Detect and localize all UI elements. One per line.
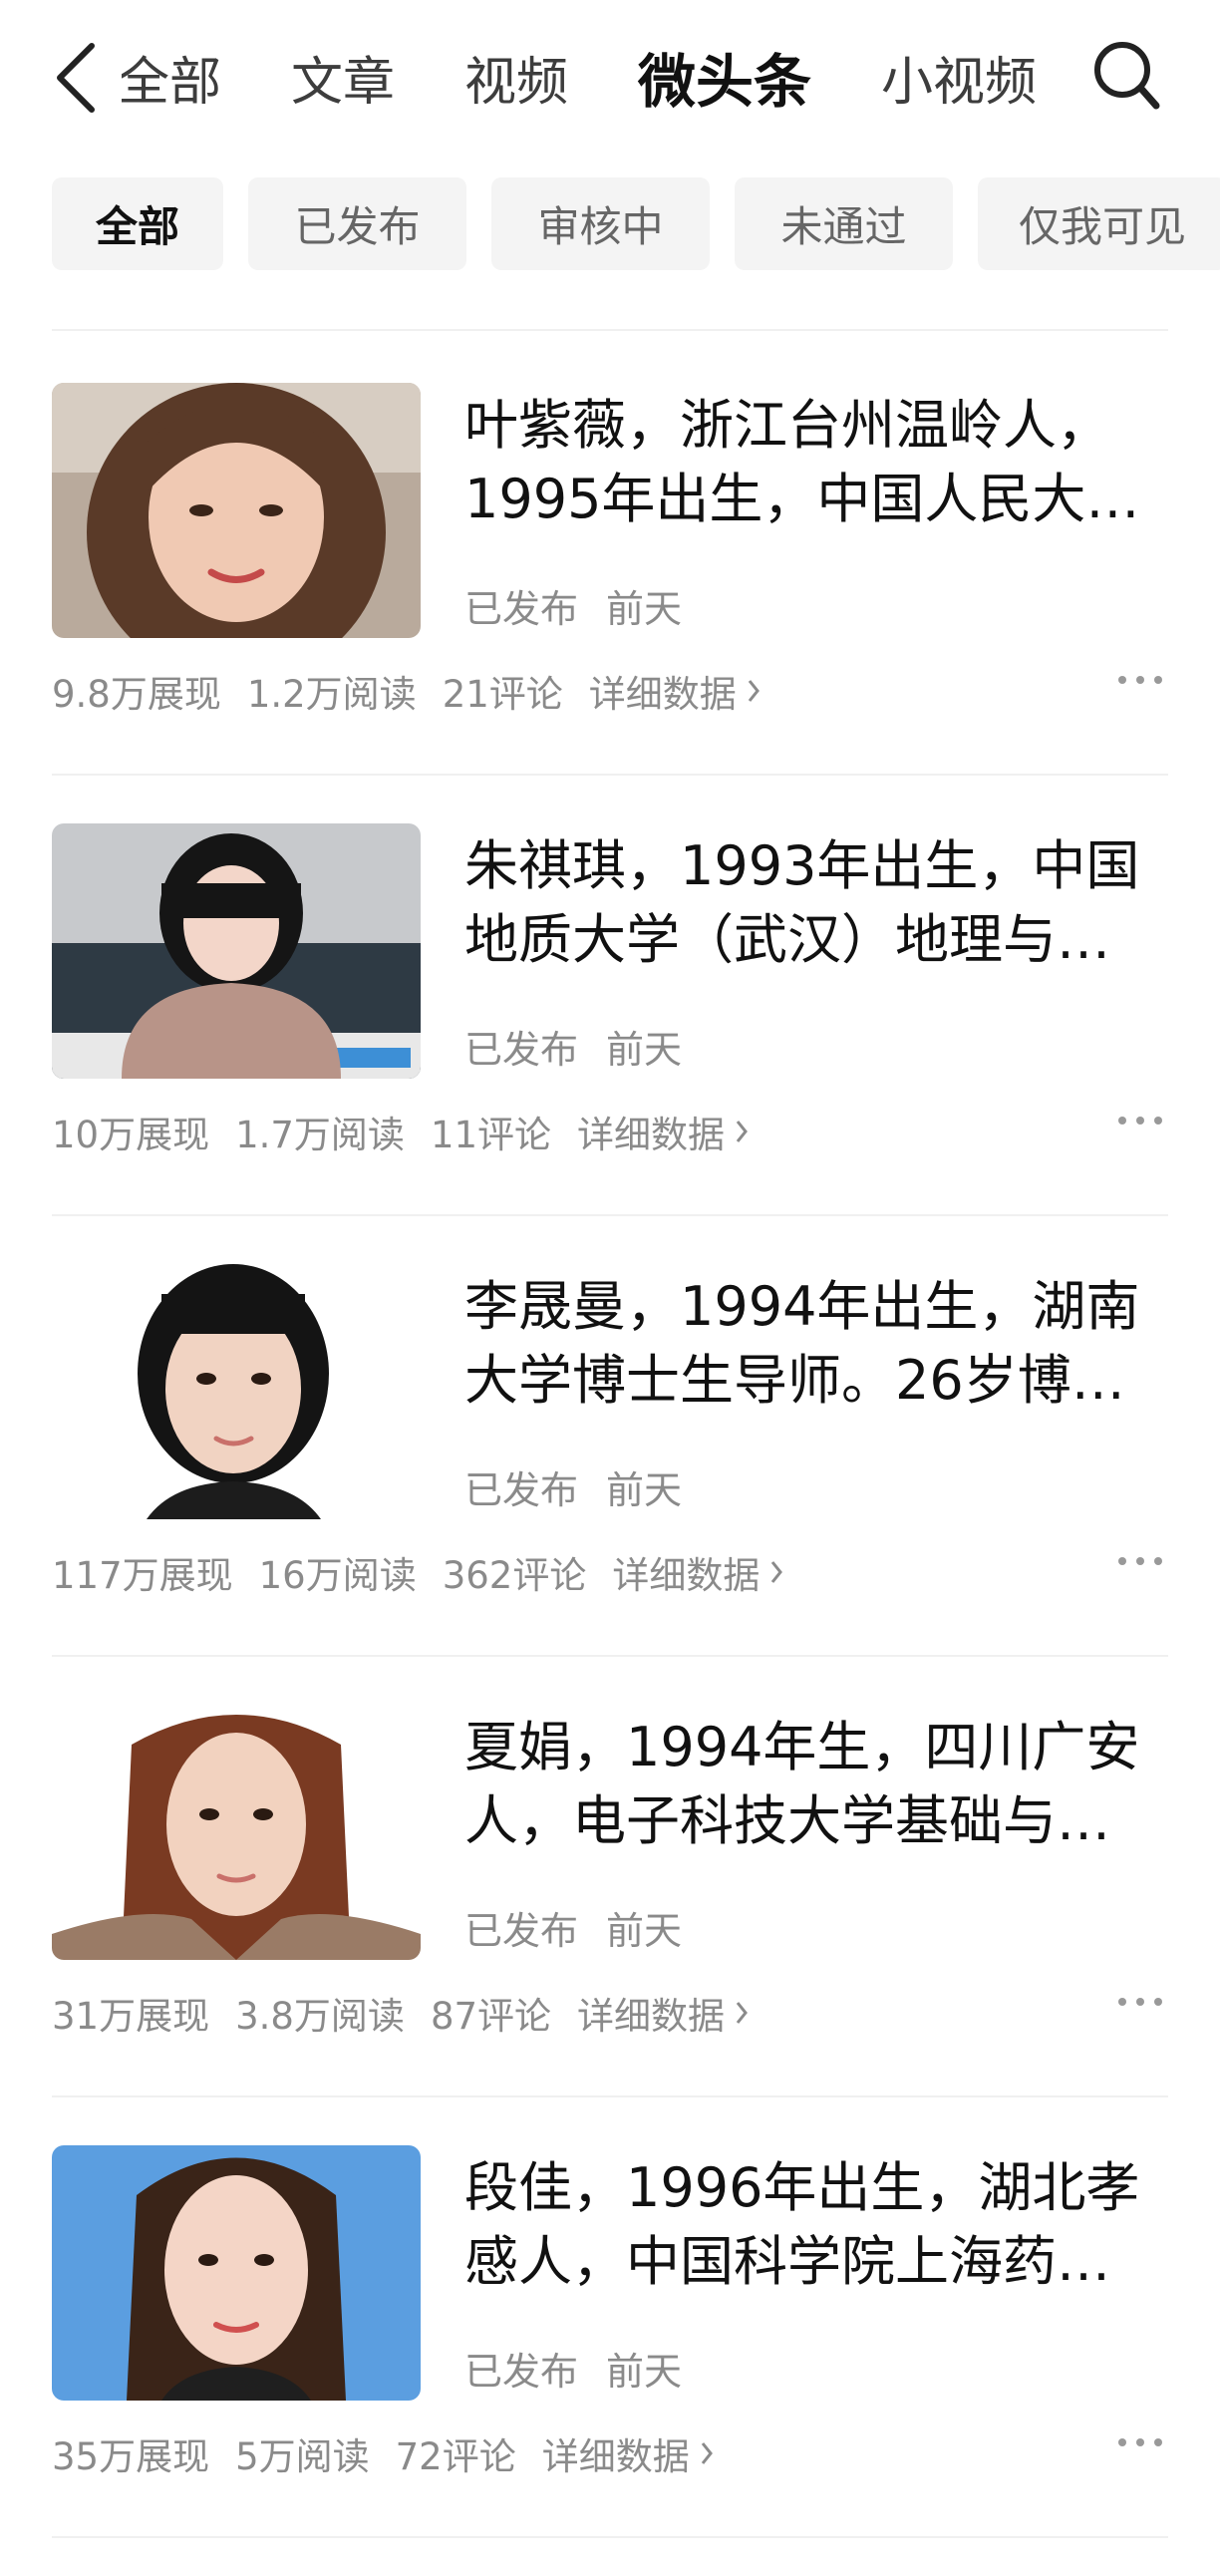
publish-time: 前天 bbox=[606, 1909, 683, 1953]
filter-all[interactable]: 全部 bbox=[52, 177, 223, 270]
article-item[interactable]: 段佳，1996年出生，湖北孝感人，中国科学院上海药物… 已发布前天 35万展现 … bbox=[52, 2145, 1168, 2504]
filter-under-review[interactable]: 审核中 bbox=[491, 177, 710, 270]
comments-count: 72评论 bbox=[395, 2435, 516, 2478]
detail-data-label: 详细数据 bbox=[577, 1995, 726, 2038]
article-item[interactable]: 叶紫薇，浙江台州温岭人，1995年出生，中国人民大… 已发布 前天 9.8万展现 … bbox=[52, 383, 1168, 742]
divider bbox=[52, 1214, 1168, 1216]
tab-short-videos[interactable]: 小视频 bbox=[881, 40, 1037, 115]
views-count: 10万展现 bbox=[52, 1114, 210, 1156]
status-label: 已发布 bbox=[464, 1028, 579, 1072]
article-item[interactable]: 夏娟，1994年生，四川广安人，电子科技大学基础与前… 已发布前天 31万展现 … bbox=[52, 1705, 1168, 2064]
more-icon[interactable] bbox=[1116, 1553, 1164, 1569]
more-icon[interactable] bbox=[1116, 1994, 1164, 2010]
status-label: 已发布 bbox=[464, 2350, 579, 2394]
divider bbox=[52, 1655, 1168, 1657]
content-type-tabs: 全部 文章 视频 微头条 小视频 bbox=[122, 32, 1037, 122]
divider bbox=[52, 2536, 1168, 2538]
status-filter-row: 全部 已发布 审核中 未通过 仅我可见 bbox=[52, 177, 1220, 270]
reads-count: 1.2万阅读 bbox=[246, 673, 417, 716]
reads-count: 3.8万阅读 bbox=[235, 1995, 405, 2038]
filter-published[interactable]: 已发布 bbox=[248, 177, 466, 270]
back-arrow-icon[interactable] bbox=[52, 40, 102, 116]
article-thumbnail[interactable] bbox=[52, 2145, 421, 2401]
chevron-right-icon bbox=[771, 1561, 783, 1583]
article-title[interactable]: 叶紫薇，浙江台州温岭人，1995年出生，中国人民大… bbox=[464, 389, 1162, 536]
tab-videos[interactable]: 视频 bbox=[464, 40, 568, 115]
article-thumbnail[interactable] bbox=[52, 1264, 421, 1519]
article-stats: 117万展现 16万阅读 362评论 详细数据 bbox=[52, 1545, 783, 1599]
article-item[interactable]: 李晟曼，1994年出生，湖南大学博士生导师。26岁博… 已发布 前天 117万展现… bbox=[52, 1264, 1168, 1623]
comments-count: 11评论 bbox=[430, 1114, 552, 1156]
detail-data-link[interactable]: 详细数据 bbox=[589, 664, 761, 718]
filter-private[interactable]: 仅我可见 bbox=[978, 177, 1220, 270]
article-meta: 已发布 前天 bbox=[464, 1019, 682, 1074]
divider bbox=[52, 774, 1168, 776]
article-item[interactable]: 朱祺琪，1993年出生，中国地质大学（武汉）地理与信… 已发布前天 10万展现 … bbox=[52, 823, 1168, 1182]
status-label: 已发布 bbox=[464, 1909, 579, 1953]
publish-time: 前天 bbox=[606, 2350, 683, 2394]
comments-count: 21评论 bbox=[442, 673, 563, 716]
detail-data-link[interactable]: 详细数据 bbox=[577, 1986, 749, 2040]
comments-count: 87评论 bbox=[430, 1995, 552, 2038]
views-count: 35万展现 bbox=[52, 2435, 210, 2478]
detail-data-link[interactable]: 详细数据 bbox=[577, 1105, 749, 1158]
views-count: 9.8万展现 bbox=[52, 673, 221, 716]
divider bbox=[52, 2095, 1168, 2097]
article-stats: 31万展现 3.8万阅读 87评论 详细数据 bbox=[52, 1986, 749, 2040]
publish-time: 前天 bbox=[606, 1028, 683, 1072]
detail-data-label: 详细数据 bbox=[588, 673, 737, 716]
chevron-right-icon bbox=[736, 2002, 748, 2024]
reads-count: 1.7万阅读 bbox=[235, 1114, 405, 1156]
reads-count: 16万阅读 bbox=[258, 1554, 417, 1597]
detail-data-label: 详细数据 bbox=[612, 1554, 761, 1597]
chevron-right-icon bbox=[748, 680, 760, 702]
publish-time: 前天 bbox=[606, 1468, 683, 1512]
views-count: 31万展现 bbox=[52, 1995, 210, 2038]
article-meta: 已发布 前天 bbox=[464, 578, 682, 633]
article-title[interactable]: 朱祺琪，1993年出生，中国地质大学（武汉）地理与信… bbox=[464, 829, 1162, 977]
tab-articles[interactable]: 文章 bbox=[291, 40, 395, 115]
article-title[interactable]: 段佳，1996年出生，湖北孝感人，中国科学院上海药物… bbox=[464, 2151, 1162, 2299]
detail-data-link[interactable]: 详细数据 bbox=[612, 1545, 783, 1599]
filter-rejected[interactable]: 未通过 bbox=[735, 177, 953, 270]
tab-all[interactable]: 全部 bbox=[122, 40, 221, 115]
article-thumbnail[interactable] bbox=[52, 1705, 421, 1960]
more-icon[interactable] bbox=[1116, 2434, 1164, 2450]
article-title[interactable]: 李晟曼，1994年出生，湖南大学博士生导师。26岁博… bbox=[464, 1270, 1162, 1418]
reads-count: 5万阅读 bbox=[235, 2435, 370, 2478]
more-icon[interactable] bbox=[1116, 1113, 1164, 1128]
tab-micro-posts[interactable]: 微头条 bbox=[638, 35, 811, 119]
article-stats: 10万展现 1.7万阅读 11评论 详细数据 bbox=[52, 1105, 749, 1158]
status-label: 已发布 bbox=[464, 587, 579, 631]
article-meta: 已发布 前天 bbox=[464, 1459, 682, 1514]
detail-data-link[interactable]: 详细数据 bbox=[542, 2426, 714, 2480]
article-stats: 9.8万展现 1.2万阅读 21评论 详细数据 bbox=[52, 664, 761, 718]
chevron-right-icon bbox=[736, 1121, 748, 1142]
article-thumbnail[interactable] bbox=[52, 383, 421, 638]
more-icon[interactable] bbox=[1116, 672, 1164, 688]
detail-data-label: 详细数据 bbox=[577, 1114, 726, 1156]
chevron-right-icon bbox=[701, 2442, 713, 2464]
article-title[interactable]: 夏娟，1994年生，四川广安人，电子科技大学基础与前… bbox=[464, 1711, 1162, 1858]
search-icon[interactable] bbox=[1090, 38, 1162, 114]
status-label: 已发布 bbox=[464, 1468, 579, 1512]
detail-data-label: 详细数据 bbox=[541, 2435, 690, 2478]
article-thumbnail[interactable] bbox=[52, 823, 421, 1079]
article-stats: 35万展现 5万阅读 72评论 详细数据 bbox=[52, 2426, 714, 2480]
comments-count: 362评论 bbox=[442, 1554, 587, 1597]
publish-time: 前天 bbox=[606, 587, 683, 631]
article-meta: 已发布 前天 bbox=[464, 1900, 682, 1955]
article-meta: 已发布 前天 bbox=[464, 2341, 682, 2396]
views-count: 117万展现 bbox=[52, 1554, 233, 1597]
divider bbox=[52, 329, 1168, 331]
top-bar: 全部 文章 视频 微头条 小视频 bbox=[0, 0, 1220, 158]
